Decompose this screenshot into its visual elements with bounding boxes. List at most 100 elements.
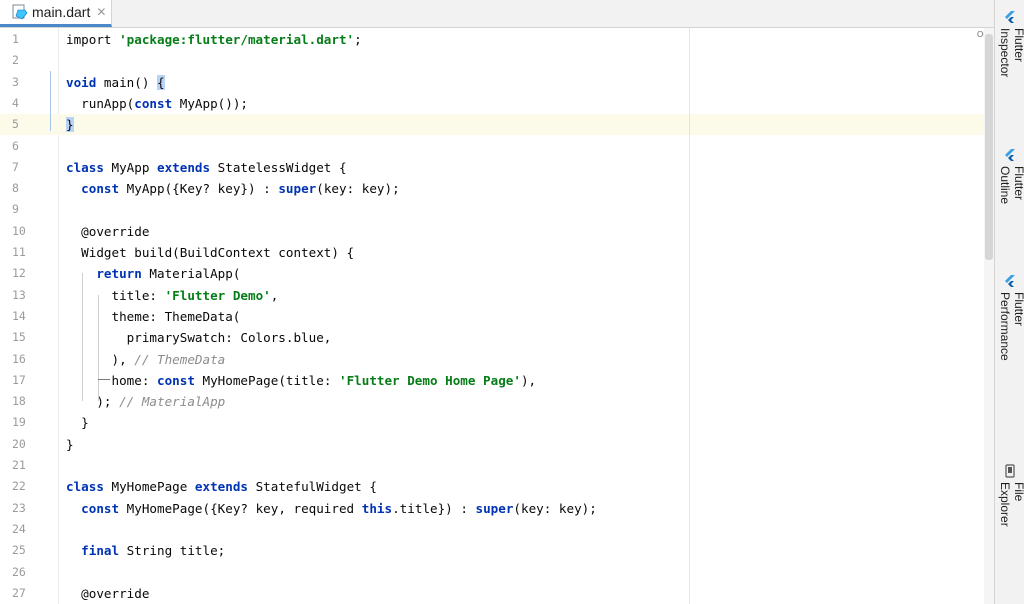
code-token: }	[66, 415, 89, 431]
line-number: 17	[12, 372, 26, 387]
code-line[interactable]: 10 @override	[0, 221, 994, 242]
code-token: MyHomePage	[103, 479, 195, 495]
code-line[interactable]: 25 final String title;	[0, 540, 994, 561]
code-token: }	[66, 436, 74, 452]
code-token: // ThemeData	[134, 351, 226, 367]
scrollbar-thumb[interactable]	[985, 34, 993, 260]
code-token: final	[81, 543, 120, 559]
code-line[interactable]: 2	[0, 50, 994, 71]
line-number: 18	[12, 394, 26, 409]
flutter-icon	[1003, 10, 1017, 24]
code-token: StatefulWidget {	[248, 479, 377, 495]
code-line[interactable]: 24	[0, 519, 994, 540]
code-line[interactable]: 16 ), // ThemeData	[0, 349, 994, 370]
editor-tab-bar: main.dart ✕	[0, 0, 994, 28]
code-token: this	[361, 500, 393, 516]
line-number: 5	[12, 117, 19, 132]
code-text: final String title;	[66, 540, 225, 561]
line-number: 8	[12, 181, 19, 196]
code-token: home:	[66, 372, 157, 388]
sidebar-label: Flutter Outline	[998, 166, 1024, 205]
code-token: main()	[96, 74, 158, 90]
tab-label: main.dart	[32, 4, 91, 20]
code-token: ,	[270, 287, 279, 303]
code-line[interactable]: 23 const MyHomePage({Key? key, required …	[0, 498, 994, 519]
line-number: 4	[12, 95, 19, 110]
code-text: }	[66, 114, 74, 135]
code-token: ),	[520, 372, 537, 388]
line-number: 25	[12, 543, 26, 558]
code-token: const	[81, 500, 120, 516]
code-token: MaterialApp(	[141, 266, 241, 282]
code-token: }	[66, 117, 74, 133]
code-line[interactable]: 7 class MyApp extends StatelessWidget {	[0, 157, 994, 178]
code-text: ), // ThemeData	[66, 349, 225, 370]
line-number: 20	[12, 436, 26, 451]
fold-range-indicator	[50, 71, 51, 131]
indent-guide	[82, 273, 83, 401]
code-token: runApp(	[66, 95, 135, 111]
code-token: void	[66, 74, 97, 90]
code-line[interactable]: 15 primarySwatch: Colors.blue,	[0, 327, 994, 348]
code-text: @override	[66, 583, 149, 604]
code-line[interactable]: 4 runApp(const MyApp());	[0, 93, 994, 114]
tab-main-dart[interactable]: main.dart ✕	[0, 0, 112, 27]
line-number: 24	[12, 521, 26, 536]
code-line[interactable]: 21	[0, 455, 994, 476]
code-line[interactable]: 20}	[0, 434, 994, 455]
code-token: class	[66, 159, 104, 175]
code-token: MyApp	[103, 159, 157, 175]
code-line[interactable]: 13 title: 'Flutter Demo',	[0, 285, 994, 306]
vertical-scrollbar[interactable]	[984, 28, 994, 604]
code-line[interactable]: 18 ); // MaterialApp	[0, 391, 994, 412]
code-token: super	[475, 500, 514, 516]
code-token: @override	[66, 223, 150, 239]
line-number: 26	[12, 564, 26, 579]
code-token: super	[278, 181, 317, 197]
code-token: MyApp({Key? key}) :	[119, 181, 279, 197]
line-number: 13	[12, 287, 26, 302]
code-line[interactable]: 12 return MaterialApp(	[0, 263, 994, 284]
code-editor[interactable]: 1 import 'package:flutter/material.dart';…	[0, 28, 994, 604]
close-icon[interactable]: ✕	[96, 5, 106, 19]
right-margin-guide	[689, 28, 690, 604]
code-text: runApp(const MyApp());	[66, 93, 248, 114]
code-line[interactable]: 26	[0, 562, 994, 583]
code-line[interactable]: 22 class MyHomePage extends StatefulWidge…	[0, 476, 994, 497]
line-number: 12	[12, 266, 26, 281]
code-line[interactable]: 6	[0, 136, 994, 157]
code-token: MyHomePage({Key? key, required	[119, 500, 362, 516]
code-token: 'Flutter Demo Home Page'	[338, 372, 521, 388]
code-text: void main() {	[66, 72, 165, 93]
line-number: 3	[12, 74, 19, 89]
code-token: theme: ThemeData(	[66, 308, 241, 324]
code-line[interactable]: 17 home: const MyHomePage(title: 'Flutte…	[0, 370, 994, 391]
code-line[interactable]: 14 theme: ThemeData(	[0, 306, 994, 327]
line-number: 14	[12, 308, 26, 323]
line-number: 6	[12, 138, 19, 153]
code-token: class	[66, 479, 104, 495]
code-line[interactable]: 27 @override	[0, 583, 994, 604]
code-line[interactable]: 19 }	[0, 412, 994, 433]
code-token: import	[66, 32, 120, 47]
code-token: const	[157, 372, 195, 388]
code-line[interactable]: 11 Widget build(BuildContext context) {	[0, 242, 994, 263]
code-line[interactable]: 9	[0, 199, 994, 220]
code-text: const MyApp({Key? key}) : super(key: key…	[66, 178, 399, 199]
code-token: (key: key);	[513, 500, 597, 516]
code-line[interactable]: 5}	[0, 114, 994, 136]
code-token: title:	[66, 287, 165, 303]
code-text: @override	[66, 221, 149, 242]
flutter-icon	[1003, 274, 1017, 288]
sidebar-label: Device File Explorer	[998, 482, 1024, 527]
code-line[interactable]: 8 const MyApp({Key? key}) : super(key: k…	[0, 178, 994, 199]
code-text: theme: ThemeData(	[66, 306, 240, 327]
code-line[interactable]: 1 import 'package:flutter/material.dart';	[0, 29, 994, 50]
code-token: extends	[194, 479, 248, 495]
code-text: class MyHomePage extends StatefulWidget …	[66, 476, 377, 497]
code-token: const	[134, 95, 173, 111]
code-text: const MyHomePage({Key? key, required thi…	[66, 498, 597, 519]
code-line[interactable]: 3 void main() {	[0, 72, 994, 93]
